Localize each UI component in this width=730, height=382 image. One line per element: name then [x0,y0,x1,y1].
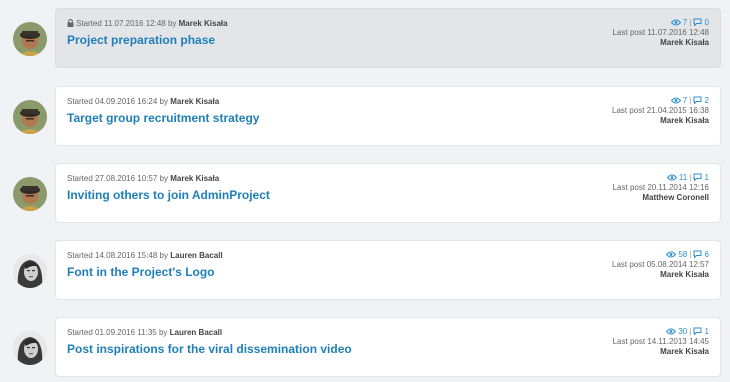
last-post-date: 21.04.2015 16:38 [646,106,709,115]
started-prefix: Started [67,174,93,183]
thread-meta: Started 11.07.2016 12:48 by Marek Kisała [67,18,228,30]
thread-stats: 7 | 2 Last post 21.04.2015 16:38 Marek Ki… [612,96,709,126]
thread-meta: Started 27.08.2016 10:57 by Marek Kisała [67,174,219,184]
thread-author[interactable]: Marek Kisała [170,174,219,183]
started-date: 27.08.2016 10:57 [95,174,158,183]
thread-meta: Started 14.08.2016 15:48 by Lauren Bacal… [67,251,223,261]
man-with-cap-avatar[interactable] [13,177,47,211]
thread-card: Started 27.08.2016 10:57 by Marek Kisała… [55,163,721,223]
last-post-date: 14.11.2013 14:45 [647,337,709,346]
by-label: by [158,328,168,337]
by-label: by [167,19,177,28]
thread-row: Started 04.09.2016 16:24 by Marek Kisała… [0,86,730,146]
comment-icon [693,18,702,27]
started-prefix: Started [76,19,102,28]
started-prefix: Started [67,328,93,337]
thread-stats: 30 | 1 Last post 14.11.2013 14:45 Marek K… [612,327,709,357]
thread-author[interactable]: Lauren Bacall [170,251,222,260]
thread-title-link[interactable]: Post inspirations for the viral dissemin… [67,341,352,357]
replies-count: 2 [704,96,709,105]
eye-icon [666,250,677,259]
comment-icon [693,327,702,336]
views-count: 7 [682,96,688,105]
thread-title-link[interactable]: Project preparation phase [67,32,215,48]
last-post-prefix: Last post [612,106,645,115]
views-count: 7 [682,18,688,27]
last-post-prefix: Last post [612,260,645,269]
started-date: 01.09.2016 11:35 [95,328,157,337]
thread-row: Started 27.08.2016 10:57 by Marek Kisała… [0,163,730,223]
last-post-date: 20.11.2014 12:16 [647,183,709,192]
by-label: by [159,97,168,106]
thread-row: Started 11.07.2016 12:48 by Marek Kisała… [0,8,730,68]
last-post-prefix: Last post [612,183,646,192]
views-count: 11 [678,173,688,182]
last-post-date: 11.07.2016 12:48 [647,28,709,37]
started-prefix: Started [67,97,93,106]
thread-author[interactable]: Marek Kisała [170,97,219,106]
thread-stats: 58 | 6 Last post 05.08.2014 12:57 Marek K… [612,250,709,280]
man-with-cap-avatar[interactable] [13,100,47,134]
by-label: by [159,251,168,260]
last-post-author[interactable]: Marek Kisała [612,116,709,126]
woman-bw-avatar[interactable] [13,254,47,288]
started-date: 11.07.2016 12:48 [104,19,166,28]
eye-icon [666,173,677,182]
last-post-author[interactable]: Matthew Coronell [613,193,709,203]
thread-meta: Started 04.09.2016 16:24 by Marek Kisała [67,97,219,107]
thread-author[interactable]: Lauren Bacall [170,328,222,337]
started-date: 14.08.2016 15:48 [95,251,158,260]
comment-icon [693,250,702,259]
thread-stats: 7 | 0 Last post 11.07.2016 12:48 Marek Ki… [612,18,709,48]
thread-author[interactable]: Marek Kisała [179,19,228,28]
by-label: by [159,174,168,183]
thread-row: Started 14.08.2016 15:48 by Lauren Bacal… [0,240,730,300]
last-post-author[interactable]: Marek Kisała [613,347,709,357]
eye-icon [670,18,681,27]
started-prefix: Started [67,251,93,260]
comment-icon [693,173,702,182]
thread-card: Started 01.09.2016 11:35 by Lauren Bacal… [55,317,721,377]
replies-count: 0 [704,18,709,27]
thread-card: Started 04.09.2016 16:24 by Marek Kisała… [55,86,721,146]
lock-icon [67,18,74,30]
eye-icon [666,327,677,336]
thread-title-link[interactable]: Font in the Project's Logo [67,264,215,280]
last-post-prefix: Last post [612,28,646,37]
thread-stats: 11 | 1 Last post 20.11.2014 12:16 Matthew… [612,173,709,203]
thread-title-link[interactable]: Target group recruitment strategy [67,110,259,126]
thread-card: Started 14.08.2016 15:48 by Lauren Bacal… [55,240,721,300]
views-count: 30 [678,327,688,336]
replies-count: 1 [704,173,709,182]
last-post-date: 05.08.2014 12:57 [646,260,709,269]
started-date: 04.09.2016 16:24 [95,97,158,106]
thread-row: Started 01.09.2016 11:35 by Lauren Bacal… [0,317,730,377]
thread-card: Started 11.07.2016 12:48 by Marek Kisała… [55,8,721,68]
eye-icon [670,96,681,105]
views-count: 58 [678,250,688,259]
thread-title-link[interactable]: Inviting others to join AdminProject [67,187,270,203]
replies-count: 6 [704,250,709,259]
woman-bw-avatar[interactable] [13,331,47,365]
last-post-author[interactable]: Marek Kisała [612,270,709,280]
man-with-cap-avatar[interactable] [13,22,47,56]
thread-meta: Started 01.09.2016 11:35 by Lauren Bacal… [67,328,222,338]
last-post-author[interactable]: Marek Kisała [613,38,709,48]
replies-count: 1 [704,327,709,336]
last-post-prefix: Last post [612,337,646,346]
comment-icon [693,96,702,105]
